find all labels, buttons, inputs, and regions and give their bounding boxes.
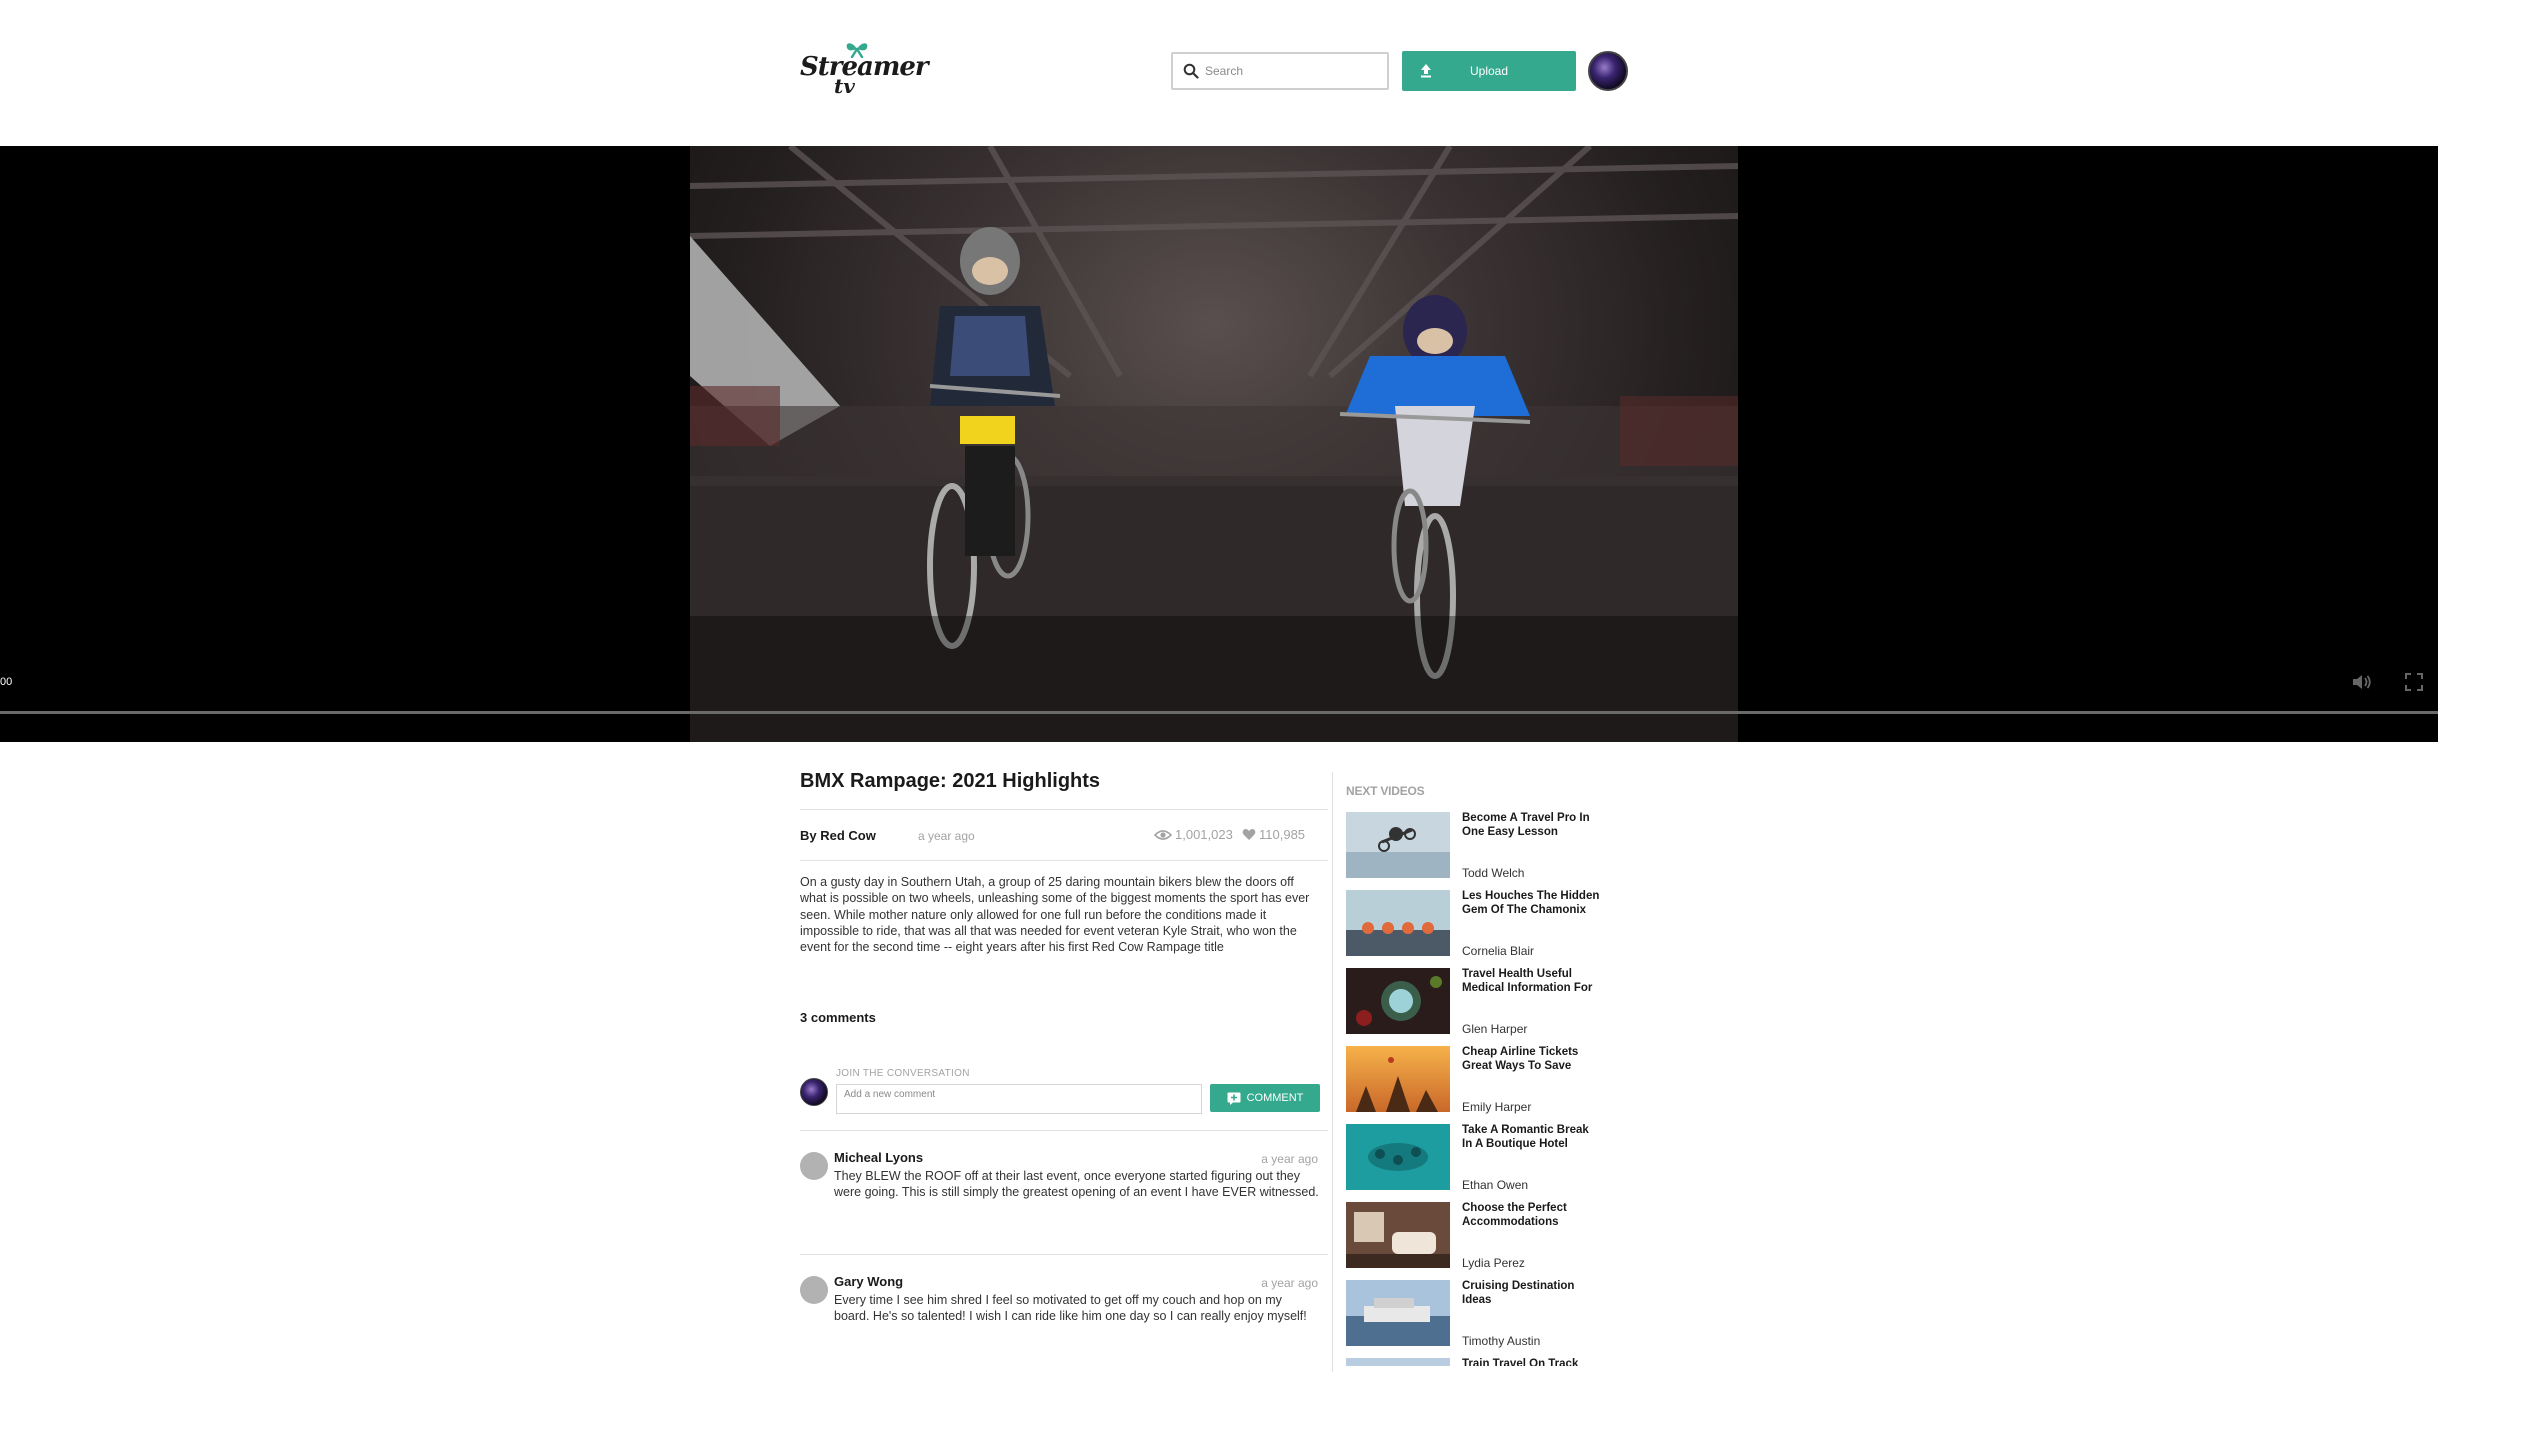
commenter-avatar [800, 1078, 828, 1106]
next-video-title: Train Travel On Track [1462, 1358, 1579, 1366]
video-thumbnail [1346, 812, 1450, 878]
next-video-author: Emily Harper [1462, 1100, 1532, 1114]
comment-button-label: COMMENT [1246, 1092, 1304, 1104]
next-video-title: Travel Health Useful Medical Information… [1462, 968, 1593, 994]
next-video-author: Ethan Owen [1462, 1178, 1529, 1192]
comment-input[interactable] [836, 1084, 1202, 1114]
posted-time: a year ago [918, 829, 975, 843]
next-video-author: Lydia Perez [1462, 1256, 1525, 1270]
next-videos-heading: NEXT VIDEOS [1346, 784, 1425, 798]
video-description: On a gusty day in Southern Utah, a group… [800, 875, 1310, 955]
comment-button[interactable]: COMMENT [1210, 1084, 1320, 1112]
comments-count: 3 comments [800, 1010, 876, 1025]
video-thumbnail [1346, 1358, 1450, 1366]
progress-bar[interactable] [0, 711, 2438, 714]
comment-time: a year ago [1261, 1152, 1318, 1166]
video-details: BMX Rampage: 2021 Highlights By Red Cow … [800, 742, 1330, 1382]
user-avatar[interactable] [1588, 51, 1628, 91]
current-time: 00 [0, 676, 13, 688]
next-video-title: Les Houches The Hidden Gem Of The Chamon… [1462, 890, 1600, 916]
next-video-title: Take A Romantic Break In A Boutique Hote… [1462, 1124, 1589, 1150]
next-video-title: Cheap Airline Tickets Great Ways To Save [1462, 1046, 1579, 1072]
video-frame[interactable] [690, 146, 1738, 742]
comment-text: They BLEW the ROOF off at their last eve… [834, 1169, 1319, 1200]
video-thumbnail [1346, 1046, 1450, 1112]
logo-wordmark: Streamer [800, 52, 929, 82]
video-thumbnail [1346, 1124, 1450, 1190]
next-video-title: Choose the Perfect Accommodations [1462, 1202, 1567, 1228]
comment-avatar [800, 1152, 828, 1180]
next-video-author: Timothy Austin [1462, 1334, 1541, 1348]
comment-author[interactable]: Micheal Lyons [834, 1150, 923, 1165]
search-input[interactable] [1205, 56, 1381, 86]
next-video-title: Become A Travel Pro In One Easy Lesson [1462, 812, 1590, 838]
fullscreen-icon[interactable] [2404, 672, 2424, 692]
like-count-value: 110,985 [1259, 827, 1306, 842]
video-thumbnail [1346, 968, 1450, 1034]
next-video-title: Cruising Destination Ideas [1462, 1280, 1575, 1306]
next-video-author: Todd Welch [1462, 866, 1525, 880]
view-count-value: 1,001,023 [1175, 827, 1233, 842]
site-header: Streamer tv Upload [0, 0, 2536, 146]
join-conversation-label: JOIN THE CONVERSATION [836, 1068, 970, 1079]
video-thumbnail [1346, 890, 1450, 956]
upload-button-label: Upload [1469, 64, 1509, 78]
eye-icon [1154, 829, 1172, 840]
search-box[interactable] [1171, 52, 1389, 90]
view-count: 1,001,023 [1154, 827, 1233, 842]
comment-time: a year ago [1261, 1276, 1318, 1290]
next-video-item[interactable]: Travel Health Useful Medical Information… [1346, 968, 1606, 1038]
next-video-item[interactable]: Become A Travel Pro In One Easy Lesson T… [1346, 812, 1606, 882]
volume-icon[interactable] [2350, 671, 2372, 693]
video-title: BMX Rampage: 2021 Highlights [800, 770, 1101, 792]
comment-text: Every time I see him shred I feel so mot… [834, 1293, 1307, 1324]
comment-avatar [800, 1276, 828, 1304]
upload-button[interactable]: Upload [1402, 51, 1576, 91]
divider [800, 1254, 1328, 1255]
video-thumbnail [1346, 1202, 1450, 1268]
comment-author[interactable]: Gary Wong [834, 1274, 903, 1289]
divider [800, 860, 1328, 861]
streamer-tv-logo[interactable]: Streamer tv [800, 40, 929, 98]
divider [800, 1130, 1328, 1131]
video-thumbnail [1346, 1280, 1450, 1346]
heart-icon [1242, 829, 1256, 840]
next-video-item[interactable]: Take A Romantic Break In A Boutique Hote… [1346, 1124, 1606, 1194]
next-video-item[interactable]: Les Houches The Hidden Gem Of The Chamon… [1346, 890, 1606, 960]
column-divider [1332, 772, 1333, 1372]
video-still-bmx-riders [690, 146, 1738, 742]
next-video-item[interactable]: Train Travel On Track [1346, 1358, 1606, 1366]
logo-suffix: tv [834, 74, 855, 98]
next-video-item[interactable]: Cruising Destination Ideas Timothy Austi… [1346, 1280, 1606, 1350]
next-video-item[interactable]: Choose the Perfect Accommodations Lydia … [1346, 1202, 1606, 1272]
search-icon [1183, 63, 1199, 79]
next-video-author: Cornelia Blair [1462, 944, 1535, 958]
next-video-item[interactable]: Cheap Airline Tickets Great Ways To Save… [1346, 1046, 1606, 1116]
next-videos-sidebar: NEXT VIDEOS Become A Travel Pro In One E… [1346, 772, 1606, 1366]
divider [800, 809, 1328, 810]
video-player[interactable]: 00 [0, 146, 2438, 742]
channel-link[interactable]: By Red Cow [800, 828, 876, 843]
add-comment-icon [1227, 1092, 1241, 1105]
like-count[interactable]: 110,985 [1242, 827, 1305, 842]
upload-icon [1421, 64, 1431, 78]
next-video-author: Glen Harper [1462, 1022, 1528, 1036]
